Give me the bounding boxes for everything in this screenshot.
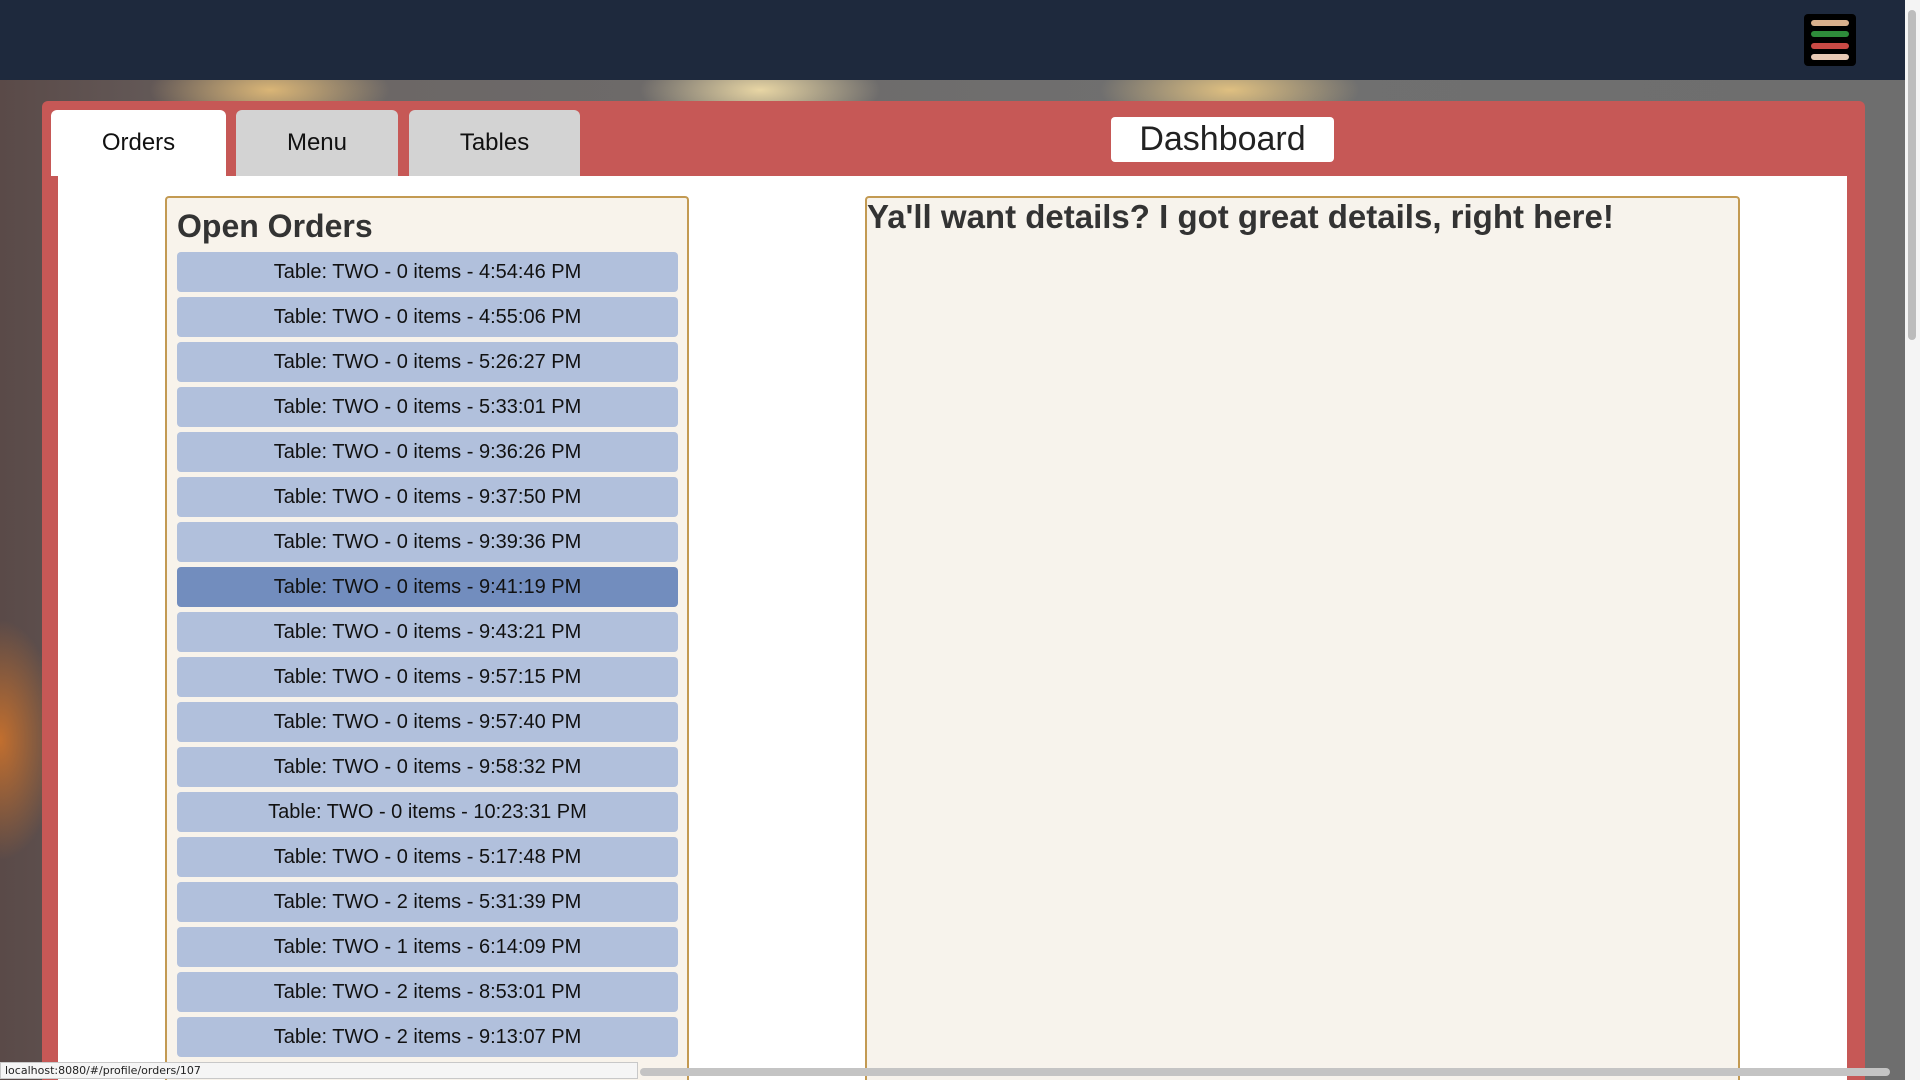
order-list-item[interactable]: Table: TWO - 0 items - 5:17:48 PM: [177, 837, 678, 877]
hamburger-menu-button[interactable]: [1804, 14, 1856, 66]
order-list-item[interactable]: Table: TWO - 0 items - 9:36:26 PM: [177, 432, 678, 472]
order-list-item[interactable]: Table: TWO - 0 items - 4:54:46 PM: [177, 252, 678, 292]
order-details-text: Ya'll want details? I got great details,…: [867, 198, 1614, 235]
tab-orders[interactable]: Orders: [51, 110, 226, 176]
tab-tables[interactable]: Tables: [409, 110, 580, 176]
order-list-item[interactable]: Table: TWO - 2 items - 5:31:39 PM: [177, 882, 678, 922]
order-list-item[interactable]: Table: TWO - 0 items - 9:39:36 PM: [177, 522, 678, 562]
order-list-item[interactable]: Table: TWO - 0 items - 9:37:50 PM: [177, 477, 678, 517]
dashboard-button[interactable]: Dashboard: [1111, 117, 1334, 162]
order-list-item[interactable]: Table: TWO - 0 items - 9:41:19 PM: [177, 567, 678, 607]
order-list-item[interactable]: Table: TWO - 0 items - 5:26:27 PM: [177, 342, 678, 382]
order-list-item[interactable]: Table: TWO - 0 items - 9:43:21 PM: [177, 612, 678, 652]
vertical-scrollbar-thumb[interactable]: [1908, 10, 1916, 340]
horizontal-scrollbar-thumb[interactable]: [640, 1068, 1890, 1076]
order-list-item[interactable]: Table: TWO - 1 items - 6:14:09 PM: [177, 927, 678, 967]
open-orders-panel: Open Orders Table: TWO - 0 items - 4:54:…: [165, 196, 689, 1080]
order-list-item[interactable]: Table: TWO - 0 items - 5:33:01 PM: [177, 387, 678, 427]
hamburger-line-4: [1811, 53, 1849, 60]
tab-menu[interactable]: Menu: [236, 110, 398, 176]
hamburger-line-2: [1811, 31, 1849, 38]
order-list-item[interactable]: Table: TWO - 2 items - 9:13:07 PM: [177, 1017, 678, 1057]
order-list-item[interactable]: Table: TWO - 0 items - 9:57:40 PM: [177, 702, 678, 742]
status-bar-url: localhost:8080/#/profile/orders/107: [0, 1062, 638, 1079]
order-list-item[interactable]: Table: TWO - 0 items - 10:23:31 PM: [177, 792, 678, 832]
order-list-item[interactable]: Table: TWO - 0 items - 4:55:06 PM: [177, 297, 678, 337]
top-navbar: [0, 0, 1920, 80]
order-details-panel: Ya'll want details? I got great details,…: [865, 196, 1740, 1080]
order-list-item[interactable]: Table: TWO - 0 items - 9:58:32 PM: [177, 747, 678, 787]
hamburger-line-3: [1811, 42, 1849, 49]
open-orders-title: Open Orders: [177, 208, 373, 244]
hamburger-line-1: [1811, 20, 1849, 26]
order-list: Table: TWO - 0 items - 4:54:46 PM Table: …: [177, 252, 678, 1062]
order-list-item[interactable]: Table: TWO - 0 items - 9:57:15 PM: [177, 657, 678, 697]
order-list-item[interactable]: Table: TWO - 2 items - 8:53:01 PM: [177, 972, 678, 1012]
